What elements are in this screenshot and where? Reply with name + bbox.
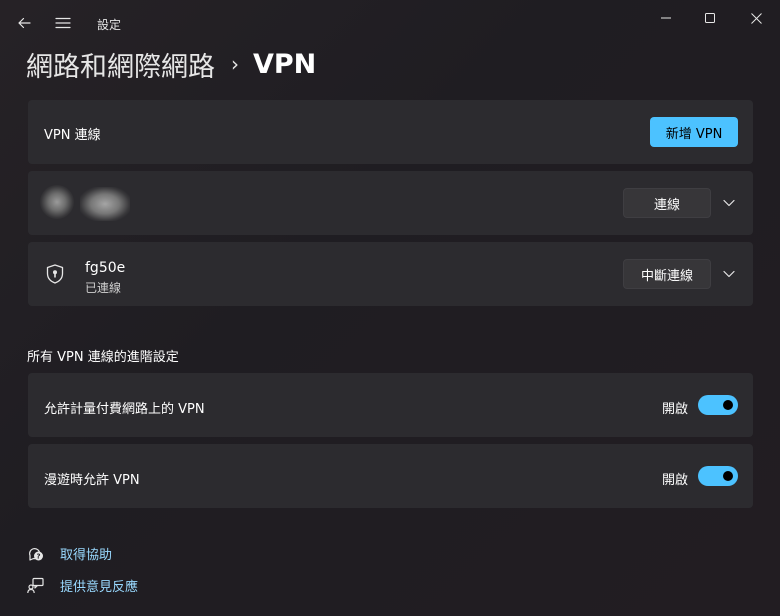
setting-row-roaming: 漫遊時允許 VPN 開啟	[28, 444, 753, 508]
vpn-connection-status: 已連線	[85, 281, 122, 295]
svg-text:?: ?	[36, 553, 40, 561]
vpn-connections-header-card: VPN 連線 新增 VPN	[28, 100, 753, 164]
get-help-label[interactable]: 取得協助	[60, 544, 112, 563]
breadcrumb-separator: ›	[231, 52, 239, 76]
give-feedback-label[interactable]: 提供意見反應	[60, 576, 138, 595]
vpn-connection-name: fg50e	[85, 260, 126, 276]
chevron-down-icon[interactable]	[721, 266, 737, 282]
redacted-icon	[40, 185, 74, 219]
maximize-icon[interactable]	[690, 6, 730, 30]
setting-label-metered-network: 允許計量付費網路上的 VPN	[44, 402, 205, 417]
vpn-connection-item-fg50e[interactable]: fg50e 已連線 中斷連線	[28, 242, 753, 306]
app-title: 設定	[97, 18, 122, 32]
setting-row-metered-network: 允許計量付費網路上的 VPN 開啟	[28, 373, 753, 437]
advanced-settings-heading: 所有 VPN 連線的進階設定	[27, 350, 179, 365]
back-arrow-icon[interactable]	[9, 8, 39, 38]
metered-network-toggle[interactable]	[698, 395, 738, 415]
breadcrumb-parent-link[interactable]: 網路和網際網路	[26, 45, 215, 84]
toggle-state-text: 開啟	[661, 473, 688, 488]
setting-label-roaming: 漫遊時允許 VPN	[44, 473, 140, 488]
title-bar: 設定	[0, 0, 780, 44]
disconnect-button[interactable]: 中斷連線	[623, 259, 711, 289]
vpn-shield-icon	[46, 264, 64, 288]
add-vpn-button[interactable]: 新增 VPN	[650, 117, 738, 147]
get-help-link[interactable]: ? 取得協助	[27, 544, 112, 563]
toggle-knob	[723, 471, 733, 481]
help-chat-icon: ?	[27, 545, 44, 562]
give-feedback-link[interactable]: 提供意見反應	[27, 576, 138, 595]
feedback-icon	[27, 577, 44, 594]
connect-button[interactable]: 連線	[623, 188, 711, 218]
redacted-name	[80, 187, 130, 221]
close-icon[interactable]	[736, 6, 776, 30]
chevron-down-icon[interactable]	[721, 195, 737, 211]
hamburger-menu-icon[interactable]	[48, 8, 78, 38]
breadcrumb: 網路和網際網路 › VPN	[26, 44, 316, 84]
vpn-connections-label: VPN 連線	[44, 128, 101, 143]
roaming-toggle[interactable]	[698, 466, 738, 486]
toggle-state-text: 開啟	[661, 402, 688, 417]
minimize-icon[interactable]	[646, 6, 686, 30]
toggle-knob	[723, 400, 733, 410]
page-title: VPN	[253, 48, 317, 80]
vpn-connection-item-redacted[interactable]: 連線	[28, 171, 753, 235]
